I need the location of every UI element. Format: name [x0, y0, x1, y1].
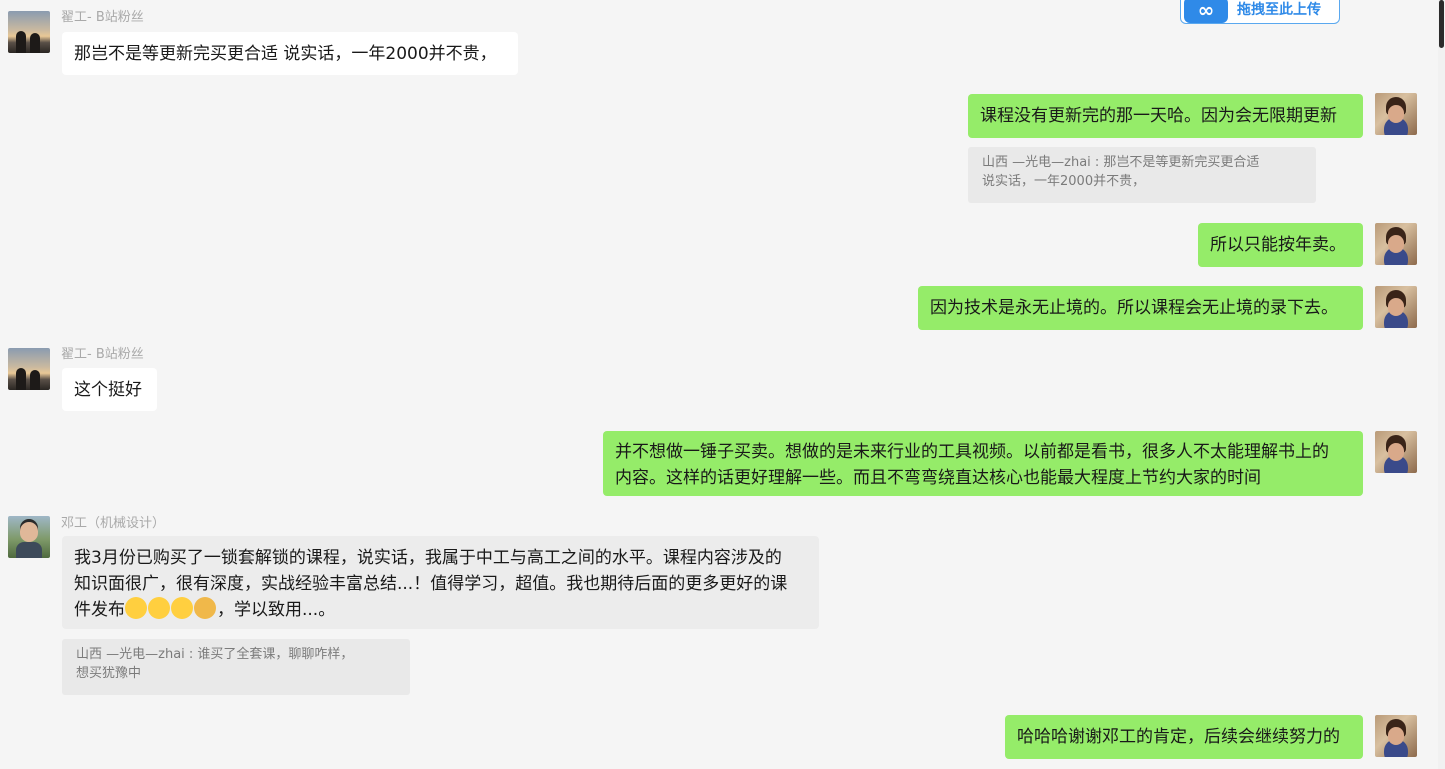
quoted-message[interactable]: 山西 —光电—zhai : 谁买了全套课，聊聊咋样， 想买犹豫中	[62, 639, 410, 695]
message-bubble[interactable]: 这个挺好	[62, 368, 157, 411]
thumbs-emoji-icon	[194, 597, 216, 619]
sender-name: 邓工（机械设计）	[61, 516, 166, 531]
upload-label: 拖拽至此上传	[1237, 2, 1321, 18]
message-bubble[interactable]: 所以只能按年卖。	[1198, 223, 1363, 267]
message-line: 我3月份已购买了一锁套解锁的课程，说实话，我属于中工与高工之间的水平。课程内容涉…	[74, 548, 782, 568]
avatar[interactable]	[1375, 715, 1417, 757]
message-text: 件发布	[74, 600, 125, 620]
drag-upload-button[interactable]: ∞ 拖拽至此上传	[1180, 0, 1340, 24]
scrollbar-thumb[interactable]	[1439, 0, 1444, 48]
party-emoji-icon	[171, 597, 193, 619]
message-bubble[interactable]: 并不想做一锤子买卖。想做的是未来行业的工具视频。以前都是看书，很多人不太能理解书…	[603, 431, 1363, 496]
avatar[interactable]	[8, 11, 50, 53]
message-bubble[interactable]: 因为技术是永无止境的。所以课程会无止境的录下去。	[918, 286, 1363, 330]
quoted-message[interactable]: 山西 —光电—zhai : 那岂不是等更新完买更合适 说实话，一年2000并不贵…	[968, 147, 1316, 203]
avatar[interactable]	[8, 516, 50, 558]
avatar[interactable]	[1375, 93, 1417, 135]
quote-line: 山西 —光电—zhai : 谁买了全套课，聊聊咋样，	[76, 647, 354, 662]
message-line: 知识面很广，很有深度，实战经验丰富总结...！值得学习，超值。我也期待后面的更多…	[74, 574, 788, 594]
quote-line: 山西 —光电—zhai : 那岂不是等更新完买更合适	[982, 155, 1260, 170]
sender-name: 翟工- B站粉丝	[61, 347, 144, 362]
message-line: 内容。这样的话更好理解一些。而且不弯弯绕直达核心也能最大程度上节约大家的时间	[615, 468, 1261, 488]
scrollbar[interactable]	[1438, 0, 1445, 769]
message-bubble[interactable]: 那岂不是等更新完买更合适 说实话，一年2000并不贵，	[62, 32, 518, 75]
sender-name: 翟工- B站粉丝	[61, 10, 144, 25]
avatar[interactable]	[1375, 286, 1417, 328]
message-bubble[interactable]: 我3月份已购买了一锁套解锁的课程，说实话，我属于中工与高工之间的水平。课程内容涉…	[62, 536, 819, 629]
smile-emoji-icon	[148, 597, 170, 619]
avatar[interactable]	[8, 348, 50, 390]
avatar[interactable]	[1375, 431, 1417, 473]
message-text: ，学以致用...。	[217, 600, 336, 620]
infinity-icon: ∞	[1184, 0, 1228, 23]
message-line: 件发布 ，学以致用...。	[74, 597, 807, 623]
message-line: 并不想做一锤子买卖。想做的是未来行业的工具视频。以前都是看书，很多人不太能理解书…	[615, 442, 1329, 462]
quote-line: 想买犹豫中	[76, 666, 142, 681]
message-bubble[interactable]: 课程没有更新完的那一天哈。因为会无限期更新	[968, 94, 1363, 138]
quote-line: 说实话，一年2000并不贵，	[982, 174, 1146, 189]
avatar[interactable]	[1375, 223, 1417, 265]
smile-emoji-icon	[125, 597, 147, 619]
message-bubble[interactable]: 哈哈哈谢谢邓工的肯定，后续会继续努力的	[1005, 715, 1363, 759]
